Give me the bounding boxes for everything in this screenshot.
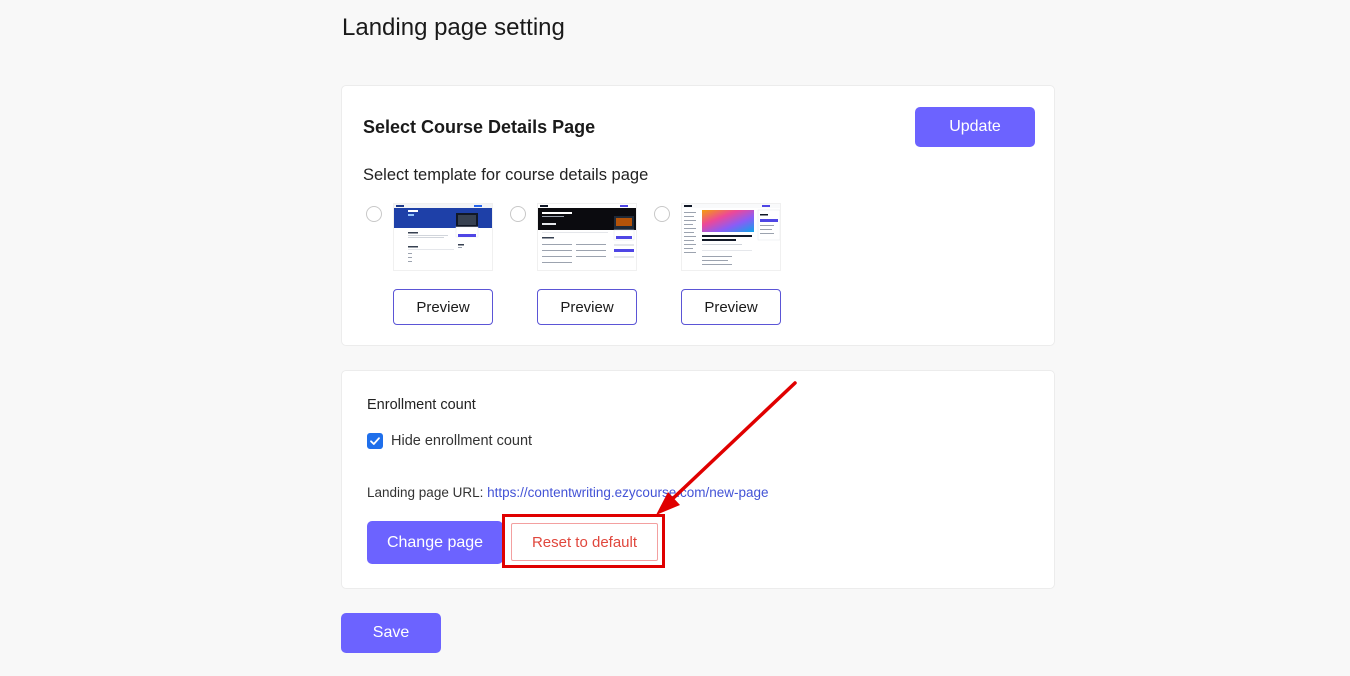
- card-title: Select Course Details Page: [363, 117, 596, 137]
- template-thumbnail-3[interactable]: [681, 203, 781, 271]
- checkmark-icon: [370, 437, 380, 445]
- page-title: Landing page setting: [342, 14, 565, 41]
- landing-url-link[interactable]: https://contentwriting.ezycourse.com/new…: [487, 485, 768, 500]
- update-button[interactable]: Update: [915, 107, 1035, 147]
- template-radio-1[interactable]: [366, 206, 382, 222]
- preview-button-3[interactable]: Preview: [681, 289, 781, 325]
- save-button[interactable]: Save: [341, 613, 441, 653]
- landing-url-row: Landing page URL: https://contentwriting…: [367, 485, 769, 500]
- hide-enrollment-label: Hide enrollment count: [391, 433, 533, 449]
- preview-button-1[interactable]: Preview: [393, 289, 493, 325]
- template-thumbnail-2[interactable]: [537, 203, 637, 271]
- template-radio-3[interactable]: [654, 206, 670, 222]
- template-subtitle: Select template for course details page: [363, 166, 649, 184]
- landing-url-label: Landing page URL:: [367, 485, 484, 500]
- template-thumbnail-1[interactable]: [393, 203, 493, 271]
- course-details-template-card: Select Course Details Page Update Select…: [341, 85, 1055, 346]
- hide-enrollment-checkbox[interactable]: [367, 433, 383, 449]
- hide-enrollment-row[interactable]: Hide enrollment count: [367, 433, 532, 449]
- enrollment-count-label: Enrollment count: [367, 397, 476, 413]
- reset-to-default-button[interactable]: Reset to default: [511, 523, 658, 561]
- enrollment-card: Enrollment count Hide enrollment count L…: [341, 370, 1055, 589]
- preview-button-2[interactable]: Preview: [537, 289, 637, 325]
- template-radio-2[interactable]: [510, 206, 526, 222]
- change-page-button[interactable]: Change page: [367, 521, 503, 564]
